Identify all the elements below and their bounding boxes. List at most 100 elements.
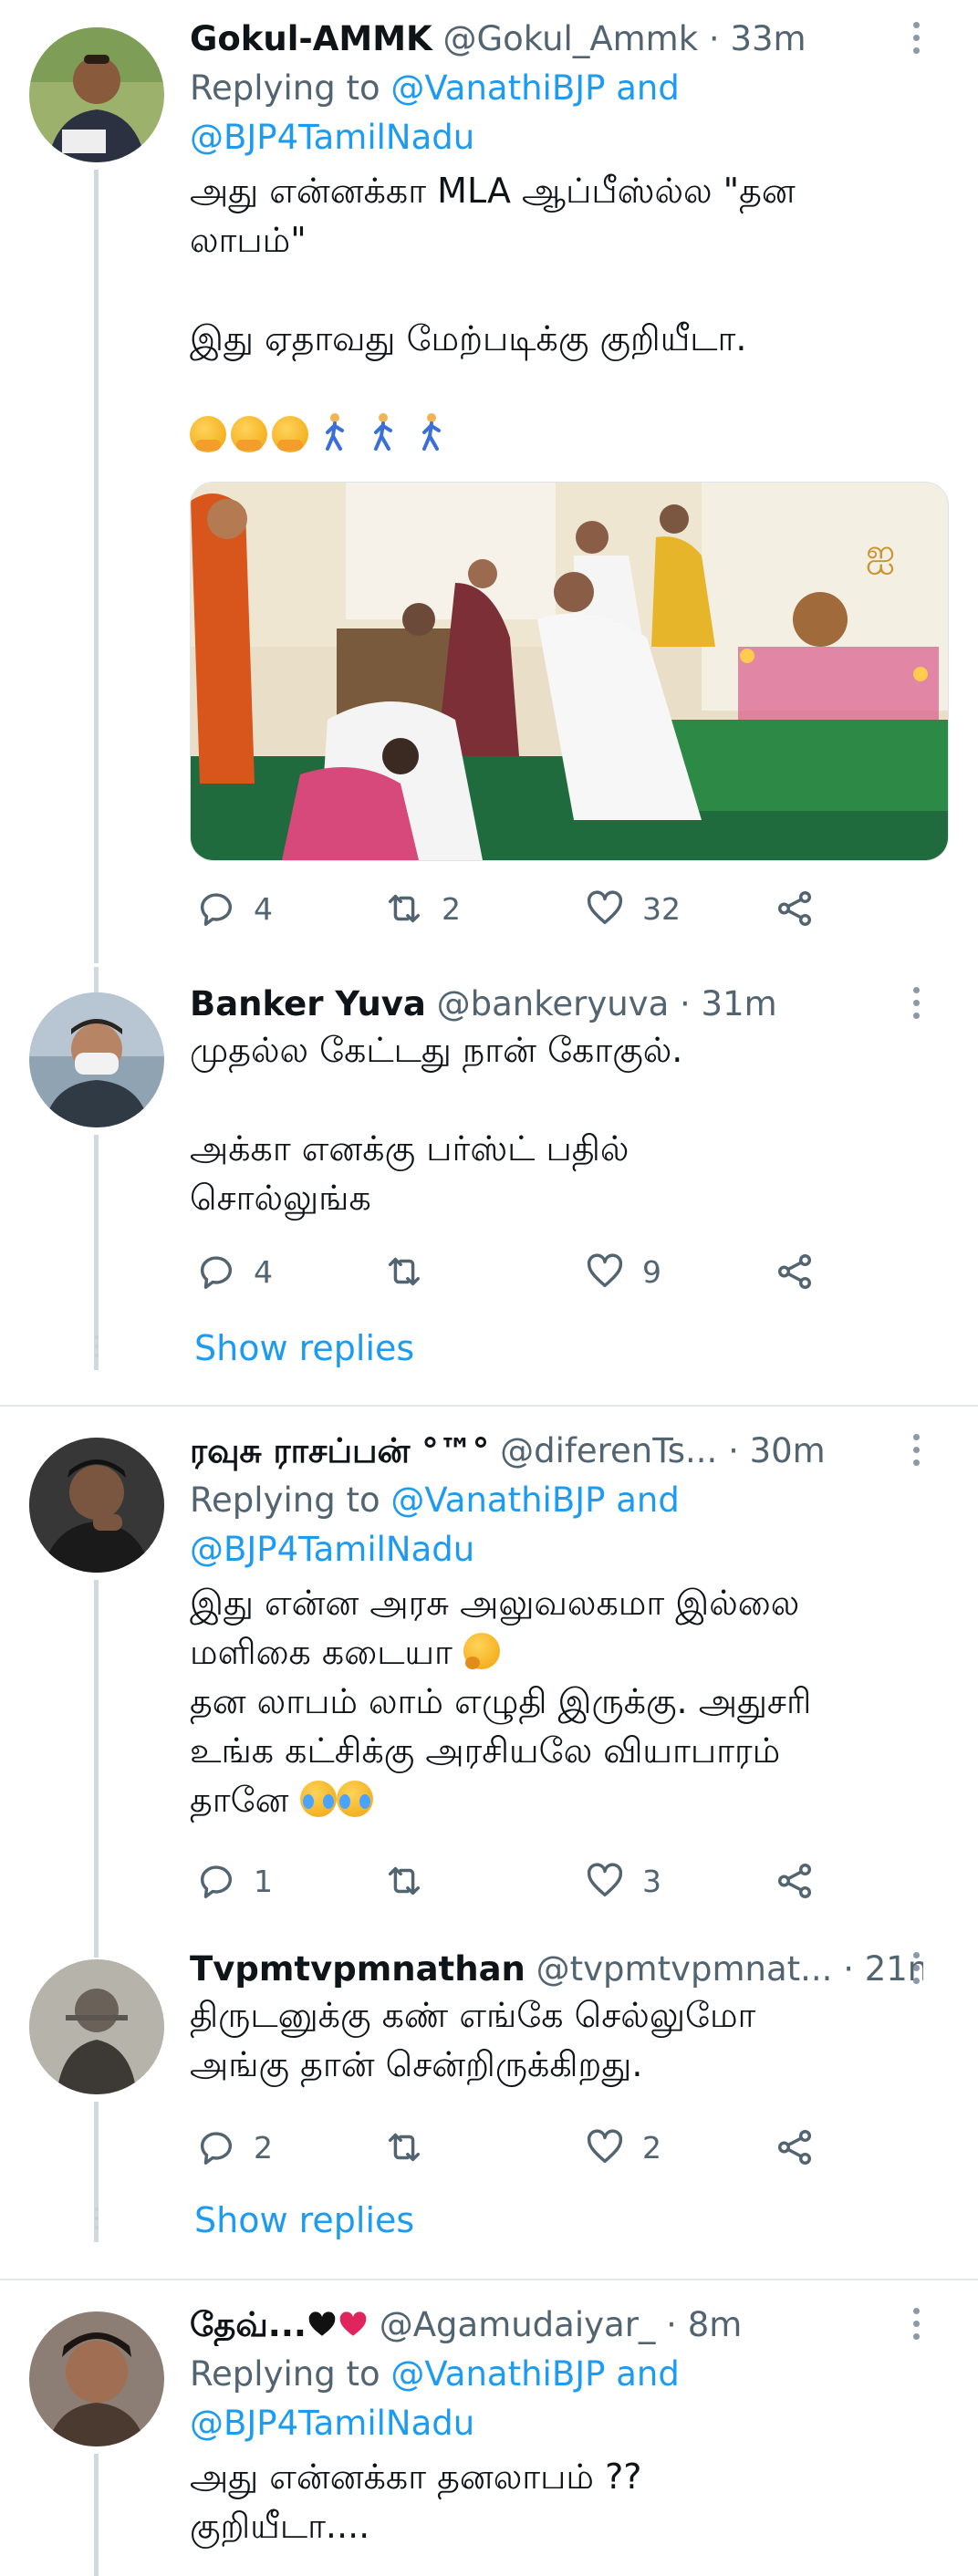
- replying-prefix: Replying to: [190, 1480, 391, 1520]
- mention-link[interactable]: @VanathiBJP and: [390, 2354, 679, 2394]
- thread-line: [94, 967, 99, 992]
- user-handle[interactable]: @bankeryuva: [437, 984, 670, 1023]
- share-button[interactable]: [774, 883, 832, 934]
- thread-line: [94, 1580, 99, 1890]
- more-options-icon[interactable]: [909, 987, 923, 1023]
- display-name[interactable]: Gokul-AMMK: [190, 19, 432, 58]
- like-count: 32: [642, 890, 681, 927]
- display-name[interactable]: Tvpmtvpmnathan: [190, 1949, 525, 1989]
- display-name[interactable]: தேவ்...: [190, 2305, 307, 2344]
- thread-dots: [94, 1335, 99, 1363]
- person-walking-emoji: [374, 413, 393, 451]
- retweet-icon: [388, 894, 421, 923]
- hand-over-mouth-emoji: [272, 416, 309, 452]
- hand-over-mouth-emoji: [231, 416, 268, 452]
- retweet-icon: [388, 1257, 421, 1286]
- thinking-face-emoji: [463, 1633, 500, 1669]
- like-button[interactable]: 32: [584, 883, 681, 934]
- tweet-actions: 2 2: [190, 2122, 828, 2173]
- tweet-photo[interactable]: ஐ: [190, 482, 949, 861]
- more-options-icon[interactable]: [909, 2308, 923, 2344]
- retweet-button[interactable]: [383, 1246, 442, 1297]
- person-walking-emoji: [326, 413, 345, 451]
- reply-icon: [200, 1256, 233, 1289]
- tears-of-joy-emoji: [299, 1781, 337, 1817]
- avatar[interactable]: [29, 27, 164, 162]
- mention-link[interactable]: @BJP4TamilNadu: [190, 1530, 474, 1569]
- user-handle[interactable]: @Gokul_Ammk: [443, 19, 699, 58]
- avatar[interactable]: [29, 1959, 164, 2094]
- like-button[interactable]: 9: [584, 1246, 661, 1297]
- tweet-header: Gokul-AMMK @Gokul_Ammk · 33m: [190, 18, 923, 60]
- replying-prefix: Replying to: [190, 2354, 391, 2394]
- replying-to: Replying to @VanathiBJP and @BJP4TamilNa…: [190, 64, 923, 162]
- red-heart-icon: [339, 2311, 367, 2336]
- thread-dots: [94, 2207, 99, 2235]
- retweet-icon: [388, 2133, 421, 2162]
- tweet-text: அக்கா எனக்கு பர்ஸ்ட் பதில் சொல்லுங்க: [190, 1128, 629, 1218]
- avatar[interactable]: [29, 992, 164, 1127]
- like-count: 2: [642, 2129, 661, 2166]
- share-icon: [777, 891, 812, 926]
- reply-button[interactable]: 2: [195, 2122, 273, 2173]
- tweet-banker-yuva[interactable]: Banker Yuva @bankeryuva · 31m முதல்ல கேட…: [0, 967, 978, 1405]
- tweet-tvpmtvpmnathan[interactable]: Tvpmtvpmnathan @tvpmtvpmnat... · 21m திர…: [0, 1890, 978, 2280]
- tweet-text: தன லாபம் லாம் எழுதி இருக்கு. அதுசரி உங்க…: [190, 1681, 812, 1820]
- thread-line: [94, 170, 99, 963]
- avatar[interactable]: [29, 2311, 164, 2446]
- share-icon: [777, 2130, 812, 2165]
- share-button[interactable]: [774, 1246, 832, 1297]
- emoji-row: [190, 412, 923, 462]
- retweet-button[interactable]: 2: [383, 883, 461, 934]
- heart-icon: [587, 2129, 623, 2164]
- tweet-text: முதல்ல கேட்டது நான் கோகுல்.: [190, 1030, 683, 1070]
- reply-count: 4: [254, 890, 273, 927]
- tweet-dev[interactable]: தேவ்... @Agamudaiyar_ · 8m Replying to @…: [0, 2280, 978, 2576]
- tweet-actions: 4 2 32: [190, 883, 828, 934]
- tweet-gokul[interactable]: Gokul-AMMK @Gokul_Ammk · 33m Replying to…: [0, 0, 978, 967]
- like-count: 9: [642, 1253, 661, 1290]
- timestamp[interactable]: · 33m: [709, 19, 806, 58]
- black-heart-icon: [308, 2311, 336, 2336]
- tweet-text: திருடனுக்கு கண் எங்கே செல்லுமோ அங்கு தான…: [190, 1995, 756, 2084]
- tweet-text-block: இது என்ன அரசு அலுவலகமா இல்லை மளிகை கடையா…: [190, 1578, 923, 1824]
- display-name[interactable]: Banker Yuva: [190, 984, 426, 1023]
- thread-line: [94, 2454, 99, 2576]
- share-button[interactable]: [774, 2122, 832, 2173]
- show-replies-link[interactable]: Show replies: [194, 2200, 414, 2240]
- tweet-header: தேவ்... @Agamudaiyar_ · 8m: [190, 2304, 923, 2346]
- tweet-header: ரவுசு ராசப்பன் °™° @diferenTs... · 30m: [190, 1430, 923, 1472]
- more-options-icon[interactable]: [909, 1952, 923, 1989]
- tweet-ravusu-rasappan[interactable]: ரவுசு ராசப்பன் °™° @diferenTs... · 30m R…: [0, 1407, 978, 1899]
- svg-text:ஐ: ஐ: [866, 532, 895, 575]
- avatar[interactable]: [29, 1438, 164, 1573]
- user-handle[interactable]: @Agamudaiyar_: [380, 2305, 656, 2344]
- retweet-count: 2: [442, 890, 461, 927]
- more-options-icon[interactable]: [909, 22, 923, 58]
- tears-of-joy-emoji: [336, 1781, 373, 1817]
- heart-icon: [587, 1253, 623, 1288]
- retweet-button[interactable]: [383, 2122, 442, 2173]
- reply-count: 2: [254, 2129, 273, 2166]
- show-replies-link[interactable]: Show replies: [194, 1328, 414, 1368]
- display-name[interactable]: ரவுசு ராசப்பன் °™°: [190, 1431, 489, 1470]
- reply-button[interactable]: 4: [195, 1246, 273, 1297]
- reply-icon: [200, 2132, 233, 2165]
- mention-link[interactable]: @VanathiBJP and: [390, 1480, 679, 1520]
- reply-icon: [200, 893, 233, 926]
- mention-link[interactable]: @BJP4TamilNadu: [190, 118, 474, 157]
- mention-link[interactable]: @VanathiBJP and: [390, 68, 679, 108]
- mention-link[interactable]: @BJP4TamilNadu: [190, 2404, 474, 2443]
- timestamp[interactable]: · 30m: [728, 1431, 826, 1470]
- tweet-text: அது என்னக்கா தனலாபம் ?? குறியீடா....: [190, 2457, 642, 2546]
- replying-to: Replying to @VanathiBJP and @BJP4TamilNa…: [190, 2350, 923, 2448]
- timestamp[interactable]: · 31m: [680, 984, 777, 1023]
- timestamp[interactable]: · 8m: [666, 2305, 742, 2344]
- more-options-icon[interactable]: [909, 1434, 923, 1470]
- replying-prefix: Replying to: [190, 68, 391, 108]
- user-handle[interactable]: @tvpmtvpmnat...: [536, 1949, 833, 1989]
- like-button[interactable]: 2: [584, 2122, 661, 2173]
- heart-icon: [587, 890, 623, 925]
- user-handle[interactable]: @diferenTs...: [500, 1431, 717, 1470]
- reply-button[interactable]: 4: [195, 883, 273, 934]
